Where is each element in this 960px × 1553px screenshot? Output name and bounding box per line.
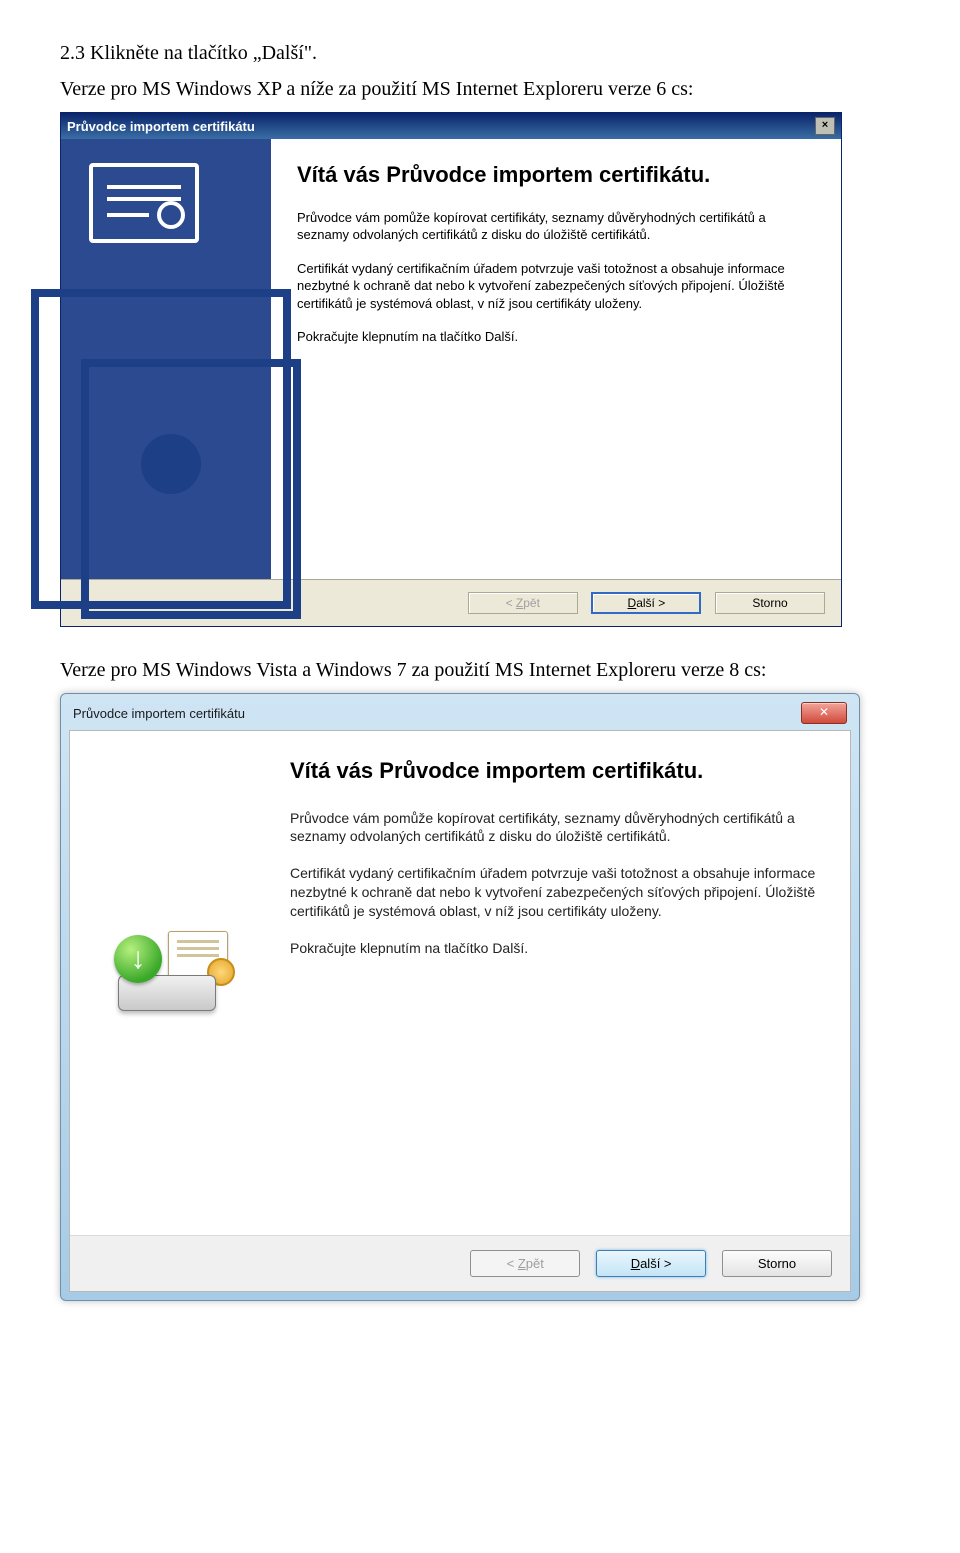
w7-title-text: Průvodce importem certifikátu — [73, 706, 245, 721]
certificate-icon — [89, 163, 199, 243]
cancel-button[interactable]: Storno — [715, 592, 825, 614]
next-button[interactable]: Další > — [591, 592, 701, 614]
close-icon[interactable]: × — [815, 117, 835, 135]
download-arrow-icon: ↓ — [114, 935, 162, 983]
back-button: < Zpět — [468, 592, 578, 614]
xp-banner-art — [61, 139, 271, 579]
back-button: < Zpět — [470, 1250, 580, 1277]
xp-paragraph-2: Certifikát vydaný certifikačním úřadem p… — [297, 260, 815, 313]
cancel-button[interactable]: Storno — [722, 1250, 832, 1277]
doc-step-2-3: 2.3 Klikněte na tlačítko „Další". — [60, 40, 900, 66]
xp-wizard-dialog: Průvodce importem certifikátu × Vítá vás… — [60, 112, 842, 627]
w7-paragraph-1: Průvodce vám pomůže kopírovat certifikát… — [290, 809, 822, 847]
w7-heading: Vítá vás Průvodce importem certifikátu. — [290, 757, 822, 785]
doc-caption-xp: Verze pro MS Windows XP a níže za použit… — [60, 76, 900, 102]
w7-wizard-dialog: Průvodce importem certifikátu ✕ ↓ Vítá v… — [60, 693, 860, 1301]
xp-paragraph-3: Pokračujte klepnutím na tlačítko Další. — [297, 328, 815, 346]
w7-paragraph-3: Pokračujte klepnutím na tlačítko Další. — [290, 939, 822, 958]
next-button[interactable]: Další > — [596, 1250, 706, 1277]
w7-paragraph-2: Certifikát vydaný certifikačním úřadem p… — [290, 864, 822, 921]
xp-paragraph-1: Průvodce vám pomůže kopírovat certifikát… — [297, 209, 815, 244]
xp-heading: Vítá vás Průvodce importem certifikátu. — [297, 161, 815, 189]
w7-titlebar[interactable]: Průvodce importem certifikátu ✕ — [69, 702, 851, 730]
certificate-icon — [168, 931, 228, 979]
w7-banner-art: ↓ — [70, 731, 280, 1235]
close-icon[interactable]: ✕ — [801, 702, 847, 724]
xp-title-text: Průvodce importem certifikátu — [67, 119, 255, 134]
w7-button-row: < Zpět Další > Storno — [70, 1235, 850, 1291]
doc-caption-win7: Verze pro MS Windows Vista a Windows 7 z… — [60, 657, 900, 683]
xp-titlebar[interactable]: Průvodce importem certifikátu × — [61, 113, 841, 139]
